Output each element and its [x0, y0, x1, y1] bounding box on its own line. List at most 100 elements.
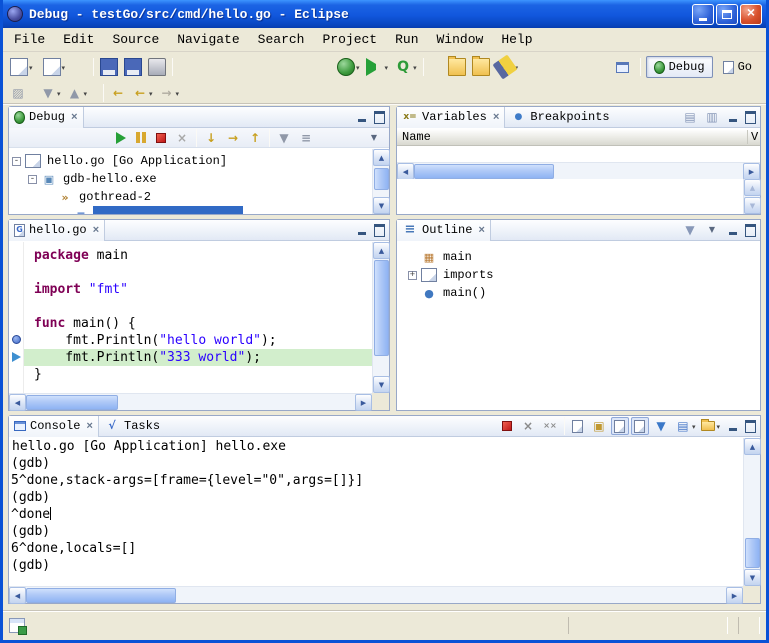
variables-detail-pane[interactable]	[397, 179, 743, 214]
tree-row[interactable]: ▦main	[405, 248, 760, 266]
prev-annotation-button[interactable]: ▲	[65, 84, 90, 102]
editor-marker-ruler[interactable]	[9, 242, 24, 393]
terminate-button[interactable]	[152, 129, 170, 147]
debug-launch-tree[interactable]: -hello.go [Go Application]-▣gdb-hello.ex…	[9, 149, 372, 214]
sort-button[interactable]: ▼	[680, 221, 700, 239]
show-logical-structures-button[interactable]: ▥	[702, 108, 722, 126]
maximize-view-icon[interactable]	[743, 223, 757, 237]
column-value[interactable]: V	[747, 130, 760, 144]
menu-run[interactable]: Run	[386, 30, 427, 49]
show-stderr-button[interactable]	[631, 417, 649, 435]
scrollbar-thumb[interactable]	[26, 395, 118, 410]
console-line[interactable]: 5^done,stack-args=[frame={level="0",args…	[11, 472, 743, 489]
scroll-up-icon[interactable]	[373, 149, 390, 166]
console-line[interactable]: 6^done,locals=[]	[11, 540, 743, 557]
close-icon[interactable]	[69, 110, 78, 124]
console-line[interactable]: (gdb)	[11, 557, 743, 574]
save-all-button[interactable]	[122, 56, 144, 78]
scroll-left-icon[interactable]	[397, 163, 414, 180]
view-menu-button[interactable]: ▼	[364, 129, 384, 147]
disconnect-button[interactable]: ×	[172, 129, 192, 147]
print-button[interactable]	[146, 56, 168, 78]
scroll-down-icon[interactable]	[373, 376, 390, 393]
menu-window[interactable]: Window	[428, 30, 493, 49]
menu-navigate[interactable]: Navigate	[168, 30, 248, 49]
scroll-down-icon[interactable]	[744, 197, 761, 214]
console-line[interactable]: ^done	[11, 506, 743, 523]
maximize-view-icon[interactable]	[743, 419, 757, 433]
maximize-view-icon[interactable]	[372, 110, 386, 124]
menu-help[interactable]: Help	[492, 30, 541, 49]
debug-as-button[interactable]	[335, 56, 362, 78]
tree-row[interactable]: ≡	[9, 206, 372, 214]
menu-project[interactable]: Project	[313, 30, 386, 49]
new-menu-button[interactable]	[41, 56, 68, 78]
code-line[interactable]	[24, 264, 372, 281]
clear-console-button[interactable]	[569, 417, 587, 435]
tab-console[interactable]: Console	[9, 416, 99, 437]
detail-vertical-scrollbar[interactable]	[743, 179, 760, 214]
editor-vertical-scrollbar[interactable]	[372, 242, 389, 393]
import-folder-button[interactable]	[470, 56, 492, 78]
tab-breakpoints[interactable]: Breakpoints	[505, 107, 614, 128]
scroll-left-icon[interactable]	[9, 394, 26, 411]
expand-icon[interactable]: +	[408, 271, 417, 280]
forward-history-button[interactable]: →	[157, 84, 182, 102]
show-stdout-button[interactable]	[611, 417, 629, 435]
run-as-button[interactable]	[364, 56, 391, 78]
scroll-left-icon[interactable]	[9, 587, 26, 604]
open-console-button[interactable]	[699, 417, 722, 435]
breakpoint-icon[interactable]	[12, 335, 21, 344]
step-into-button[interactable]: ↓	[201, 129, 221, 147]
tree-row[interactable]: -hello.go [Go Application]	[9, 152, 372, 170]
console-line[interactable]: (gdb)	[11, 455, 743, 472]
scroll-up-icon[interactable]	[373, 242, 390, 259]
minimize-view-icon[interactable]	[726, 419, 740, 433]
toggle-mark-occurrences-button[interactable]: ▨	[8, 84, 28, 102]
code-line[interactable]: func main() {	[24, 315, 372, 332]
tab-tasks[interactable]: Tasks	[99, 416, 165, 437]
outline-tree[interactable]: ▦main+imports●main()	[405, 242, 760, 410]
scroll-right-icon[interactable]	[726, 587, 743, 604]
step-over-button[interactable]: →	[223, 129, 243, 147]
code-line[interactable]: fmt.Println("hello world");	[24, 332, 372, 349]
close-icon[interactable]	[491, 110, 500, 124]
use-step-filters-button[interactable]: ≡	[296, 129, 316, 147]
debug-vertical-scrollbar[interactable]	[372, 149, 389, 214]
new-wizard-button[interactable]	[8, 56, 35, 78]
tab-variables[interactable]: Variables	[397, 107, 505, 128]
tab-debug[interactable]: Debug	[9, 107, 84, 128]
fast-view-icon[interactable]	[9, 618, 25, 633]
display-console-button[interactable]: ▤	[673, 417, 698, 435]
editor-horizontal-scrollbar[interactable]	[9, 393, 372, 410]
console-vertical-scrollbar[interactable]	[743, 438, 760, 586]
drop-to-frame-button[interactable]: ▼	[274, 129, 294, 147]
variables-tree-area[interactable]	[397, 146, 760, 162]
back-history-button[interactable]: ←	[130, 84, 155, 102]
scroll-up-icon[interactable]	[744, 179, 761, 196]
scroll-down-icon[interactable]	[744, 569, 761, 586]
close-icon[interactable]	[91, 223, 100, 237]
tree-row[interactable]: »gothread-2	[9, 188, 372, 206]
tree-row[interactable]: -▣gdb-hello.exe	[9, 170, 372, 188]
close-icon[interactable]	[84, 419, 93, 433]
external-tools-button[interactable]: Q	[392, 56, 419, 78]
minimize-view-icon[interactable]	[726, 110, 740, 124]
console-line[interactable]: (gdb)	[11, 489, 743, 506]
maximize-view-icon[interactable]	[743, 110, 757, 124]
menu-file[interactable]: File	[5, 30, 54, 49]
suspend-button[interactable]	[132, 129, 150, 147]
scrollbar-thumb[interactable]	[374, 168, 389, 190]
tree-row[interactable]: +imports	[405, 266, 760, 284]
scrollbar-thumb[interactable]	[745, 538, 760, 568]
maximize-view-icon[interactable]	[372, 223, 386, 237]
menu-source[interactable]: Source	[103, 30, 168, 49]
window-minimize-button[interactable]	[692, 4, 714, 25]
scrollbar-thumb[interactable]	[414, 164, 554, 179]
console-line[interactable]: (gdb)	[11, 523, 743, 540]
scroll-down-icon[interactable]	[373, 197, 390, 214]
window-maximize-button[interactable]	[716, 4, 738, 25]
scroll-up-icon[interactable]	[744, 438, 761, 455]
scrollbar-thumb[interactable]	[26, 588, 176, 603]
scroll-right-icon[interactable]	[355, 394, 372, 411]
